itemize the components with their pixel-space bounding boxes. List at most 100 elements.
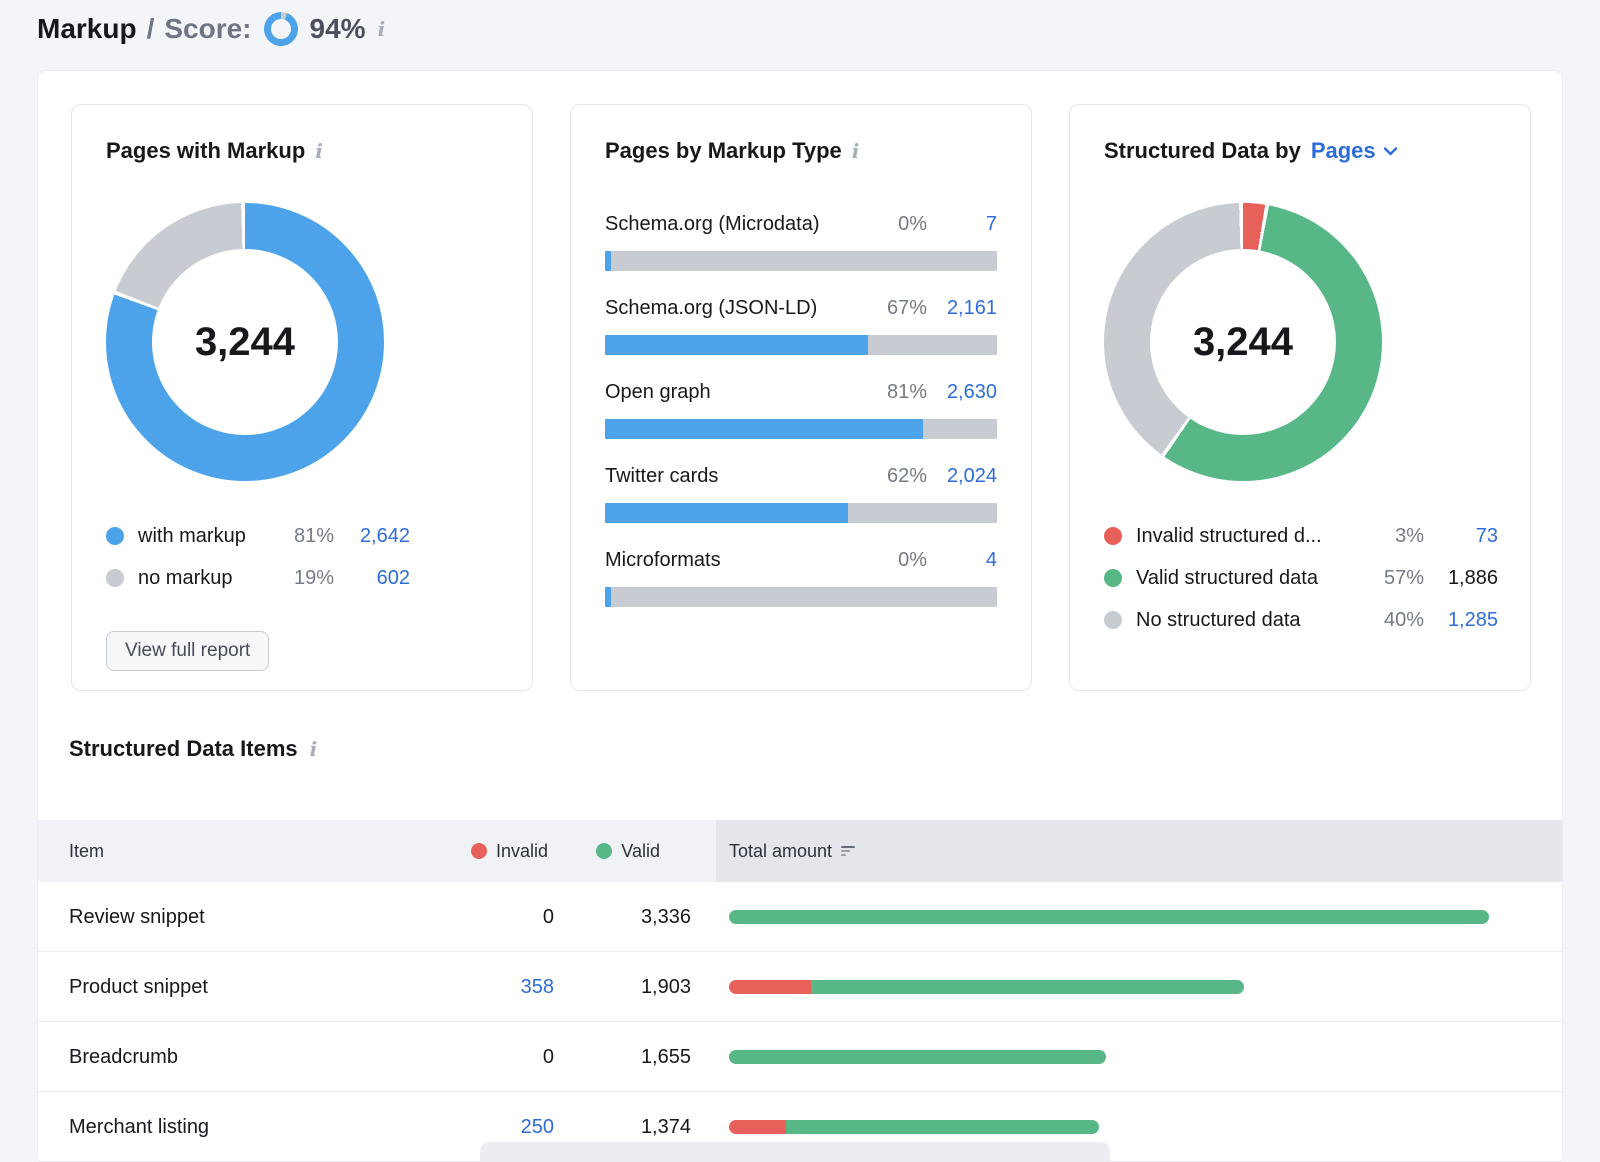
markup-type-value-link[interactable]: 2,630 bbox=[935, 381, 997, 404]
total-amount-bar bbox=[729, 980, 1244, 994]
markup-type-label: Open graph bbox=[605, 379, 857, 405]
donut-total-value: 3,244 bbox=[195, 320, 295, 365]
title-separator: / bbox=[147, 13, 155, 45]
pages-with-markup-donut-chart: 3,244 bbox=[106, 203, 384, 481]
page-header: Markup / Score: 94% i bbox=[37, 12, 385, 46]
score-label: Score: bbox=[164, 13, 251, 45]
score-value: 94% bbox=[310, 13, 366, 45]
valid-count: 1,655 bbox=[38, 1022, 691, 1092]
invalid-bar-segment bbox=[729, 1120, 786, 1134]
chevron-down-icon bbox=[1383, 146, 1398, 156]
valid-bar-segment bbox=[811, 980, 1244, 994]
table-body: Review snippet 0 3,336 Product snippet 3… bbox=[38, 882, 1562, 1162]
pages-dropdown[interactable]: Pages bbox=[1311, 137, 1398, 165]
pages-with-markup-title: Pages with Markup i bbox=[106, 137, 498, 165]
structured-data-donut-chart: 3,244 bbox=[1104, 203, 1382, 481]
sort-descending-icon bbox=[841, 846, 856, 856]
valid-bar-segment bbox=[786, 1120, 1099, 1134]
table-row: Breadcrumb 0 1,655 bbox=[38, 1022, 1562, 1092]
view-full-report-button[interactable]: View full report bbox=[106, 631, 269, 671]
structured-data-legend: Invalid structured d... 3% 73 Valid stru… bbox=[1104, 515, 1498, 641]
markup-type-bar bbox=[605, 251, 997, 271]
legend-value[interactable]: 602 bbox=[334, 567, 410, 590]
legend-label: Valid structured data bbox=[1136, 567, 1354, 590]
total-amount-bar bbox=[729, 910, 1489, 924]
table-row: Product snippet 358 1,903 bbox=[38, 952, 1562, 1022]
markup-type-row: Twitter cards 62% 2,024 bbox=[605, 463, 997, 523]
donut-total-value: 3,244 bbox=[1193, 320, 1293, 365]
table-header-row: Item Invalid Valid Total amount bbox=[38, 820, 1562, 882]
valid-count: 1,903 bbox=[38, 952, 691, 1022]
pages-with-markup-card: Pages with Markup i 3,244 with markup 81… bbox=[71, 104, 533, 691]
pages-by-markup-type-card: Pages by Markup Type i Schema.org (Micro… bbox=[570, 104, 1032, 691]
table-row: Review snippet 0 3,336 bbox=[38, 882, 1562, 952]
info-icon[interactable]: i bbox=[378, 17, 386, 41]
pages-by-markup-type-title: Pages by Markup Type i bbox=[605, 137, 997, 165]
markup-type-percent: 62% bbox=[857, 465, 927, 488]
legend-item: No structured data 40% 1,285 bbox=[1104, 599, 1498, 641]
legend-label: no markup bbox=[138, 567, 276, 590]
page-title-primary: Markup bbox=[37, 13, 137, 45]
legend-percent: 40% bbox=[1354, 609, 1424, 632]
legend-dot-icon bbox=[1104, 527, 1122, 545]
markup-type-value-link[interactable]: 2,024 bbox=[935, 465, 997, 488]
markup-type-bar bbox=[605, 587, 997, 607]
markup-type-row: Schema.org (JSON-LD) 67% 2,161 bbox=[605, 295, 997, 355]
legend-value[interactable]: 73 bbox=[1424, 525, 1498, 548]
markup-type-row: Open graph 81% 2,630 bbox=[605, 379, 997, 439]
markup-type-percent: 81% bbox=[857, 381, 927, 404]
legend-label: with markup bbox=[138, 525, 276, 548]
markup-type-bar-fill bbox=[605, 587, 611, 607]
markup-type-bar bbox=[605, 419, 997, 439]
markup-type-value-link[interactable]: 7 bbox=[935, 213, 997, 236]
legend-percent: 81% bbox=[276, 525, 334, 548]
markup-type-bar-fill bbox=[605, 335, 868, 355]
legend-value[interactable]: 1,285 bbox=[1424, 609, 1498, 632]
info-icon[interactable]: i bbox=[852, 137, 860, 165]
markup-type-percent: 0% bbox=[857, 549, 927, 572]
legend-dot-icon bbox=[106, 527, 124, 545]
legend-percent: 3% bbox=[1354, 525, 1424, 548]
column-header-total-amount[interactable]: Total amount bbox=[716, 820, 1562, 882]
markup-type-bar bbox=[605, 503, 997, 523]
legend-percent: 19% bbox=[276, 567, 334, 590]
report-panel: Pages with Markup i 3,244 with markup 81… bbox=[37, 70, 1563, 1162]
legend-item: with markup 81% 2,642 bbox=[106, 515, 410, 557]
legend-value: 1,886 bbox=[1424, 567, 1498, 590]
info-icon[interactable]: i bbox=[315, 137, 323, 165]
legend-dot-icon bbox=[1104, 611, 1122, 629]
markup-type-percent: 0% bbox=[857, 213, 927, 236]
invalid-bar-segment bbox=[729, 980, 811, 994]
valid-count: 3,336 bbox=[38, 882, 691, 952]
markup-type-value-link[interactable]: 4 bbox=[935, 549, 997, 572]
legend-label: Invalid structured d... bbox=[1136, 525, 1354, 548]
valid-bar-segment bbox=[729, 910, 1489, 924]
legend-item: Invalid structured d... 3% 73 bbox=[1104, 515, 1498, 557]
markup-type-bar-fill bbox=[605, 503, 848, 523]
structured-data-items-title: Structured Data Items i bbox=[69, 736, 317, 762]
markup-type-list: Schema.org (Microdata) 0% 7 Schema.org (… bbox=[605, 211, 997, 607]
legend-dot-icon bbox=[106, 569, 124, 587]
legend-percent: 57% bbox=[1354, 567, 1424, 590]
column-header-valid: Valid bbox=[38, 820, 660, 882]
legend-value[interactable]: 2,642 bbox=[334, 525, 410, 548]
page-title: Markup / Score: bbox=[37, 13, 252, 45]
markup-type-value-link[interactable]: 2,161 bbox=[935, 297, 997, 320]
markup-type-bar-fill bbox=[605, 419, 923, 439]
summary-cards: Pages with Markup i 3,244 with markup 81… bbox=[71, 104, 1531, 691]
legend-item: Valid structured data 57% 1,886 bbox=[1104, 557, 1498, 599]
info-icon[interactable]: i bbox=[310, 737, 318, 761]
structured-data-by-title: Structured Data by Pages bbox=[1104, 137, 1496, 165]
total-amount-bar bbox=[729, 1120, 1099, 1134]
valid-bar-segment bbox=[729, 1050, 1106, 1064]
markup-type-label: Schema.org (JSON-LD) bbox=[605, 295, 857, 321]
markup-type-row: Schema.org (Microdata) 0% 7 bbox=[605, 211, 997, 271]
legend-item: no markup 19% 602 bbox=[106, 557, 410, 599]
markup-type-percent: 67% bbox=[857, 297, 927, 320]
total-amount-bar bbox=[729, 1050, 1106, 1064]
markup-type-bar-fill bbox=[605, 251, 611, 271]
structured-data-by-pages-card: Structured Data by Pages 3,244 Invalid s… bbox=[1069, 104, 1531, 691]
legend-dot-icon bbox=[1104, 569, 1122, 587]
markup-type-row: Microformats 0% 4 bbox=[605, 547, 997, 607]
bottom-scroll-fade bbox=[480, 1142, 1110, 1162]
